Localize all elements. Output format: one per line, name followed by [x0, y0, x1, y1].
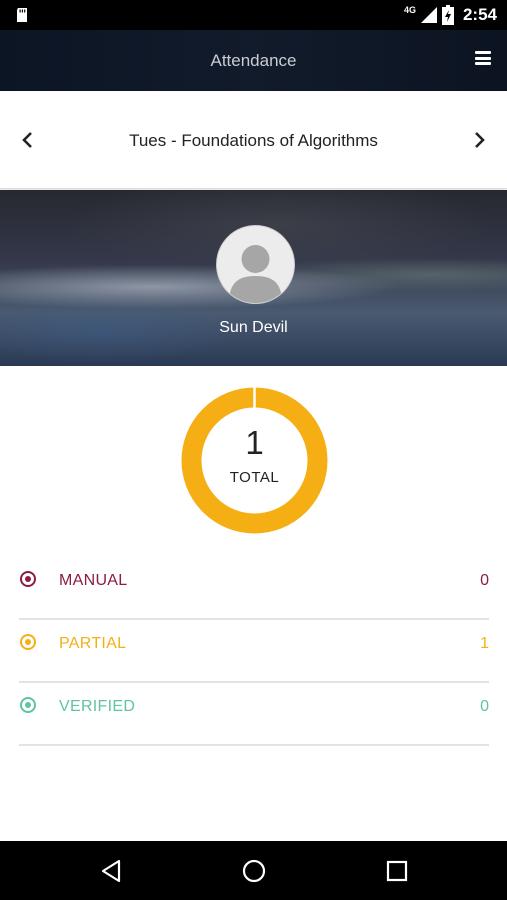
network-type-label: 4G — [403, 5, 416, 15]
avatar-placeholder-icon — [229, 245, 282, 303]
clock: 2:54 — [462, 5, 497, 24]
status-indicators: 4G 2:54 — [404, 4, 497, 26]
stat-value: 1 — [480, 635, 489, 652]
app-bar: Attendance — [0, 30, 507, 91]
user-name: Sun Devil — [219, 319, 288, 336]
recents-icon[interactable] — [384, 858, 410, 884]
course-selector: Tues - Foundations of Algorithms — [0, 92, 507, 189]
total-label: TOTAL — [229, 469, 280, 486]
battery-icon — [441, 5, 454, 25]
radio-target-icon — [20, 697, 36, 713]
course-title: Tues - Foundations of Algorithms — [129, 131, 378, 150]
sd-card-icon — [17, 8, 27, 22]
home-icon[interactable] — [241, 858, 267, 884]
signal-icon — [420, 7, 437, 23]
menu-icon[interactable] — [475, 51, 491, 65]
radio-target-icon — [20, 571, 36, 587]
back-icon[interactable] — [98, 858, 124, 884]
chevron-left-icon[interactable] — [18, 130, 38, 150]
chevron-right-icon[interactable] — [469, 130, 489, 150]
total-count: 1 — [245, 424, 264, 461]
system-nav-bar — [0, 841, 507, 900]
avatar[interactable] — [216, 225, 295, 304]
stat-label: MANUAL — [59, 572, 128, 589]
profile-header: Sun Devil — [0, 190, 507, 366]
stat-row-manual[interactable]: MANUAL 0 — [19, 556, 489, 620]
stat-value: 0 — [480, 572, 489, 589]
stat-label: VERIFIED — [59, 698, 136, 715]
stat-value: 0 — [480, 698, 489, 715]
radio-target-icon — [20, 634, 36, 650]
status-bar: 4G 2:54 — [0, 0, 507, 30]
stat-row-verified[interactable]: VERIFIED 0 — [19, 682, 489, 746]
page-title: Attendance — [210, 51, 297, 70]
stat-row-partial[interactable]: PARTIAL 1 — [19, 619, 489, 683]
stat-label: PARTIAL — [59, 635, 127, 652]
